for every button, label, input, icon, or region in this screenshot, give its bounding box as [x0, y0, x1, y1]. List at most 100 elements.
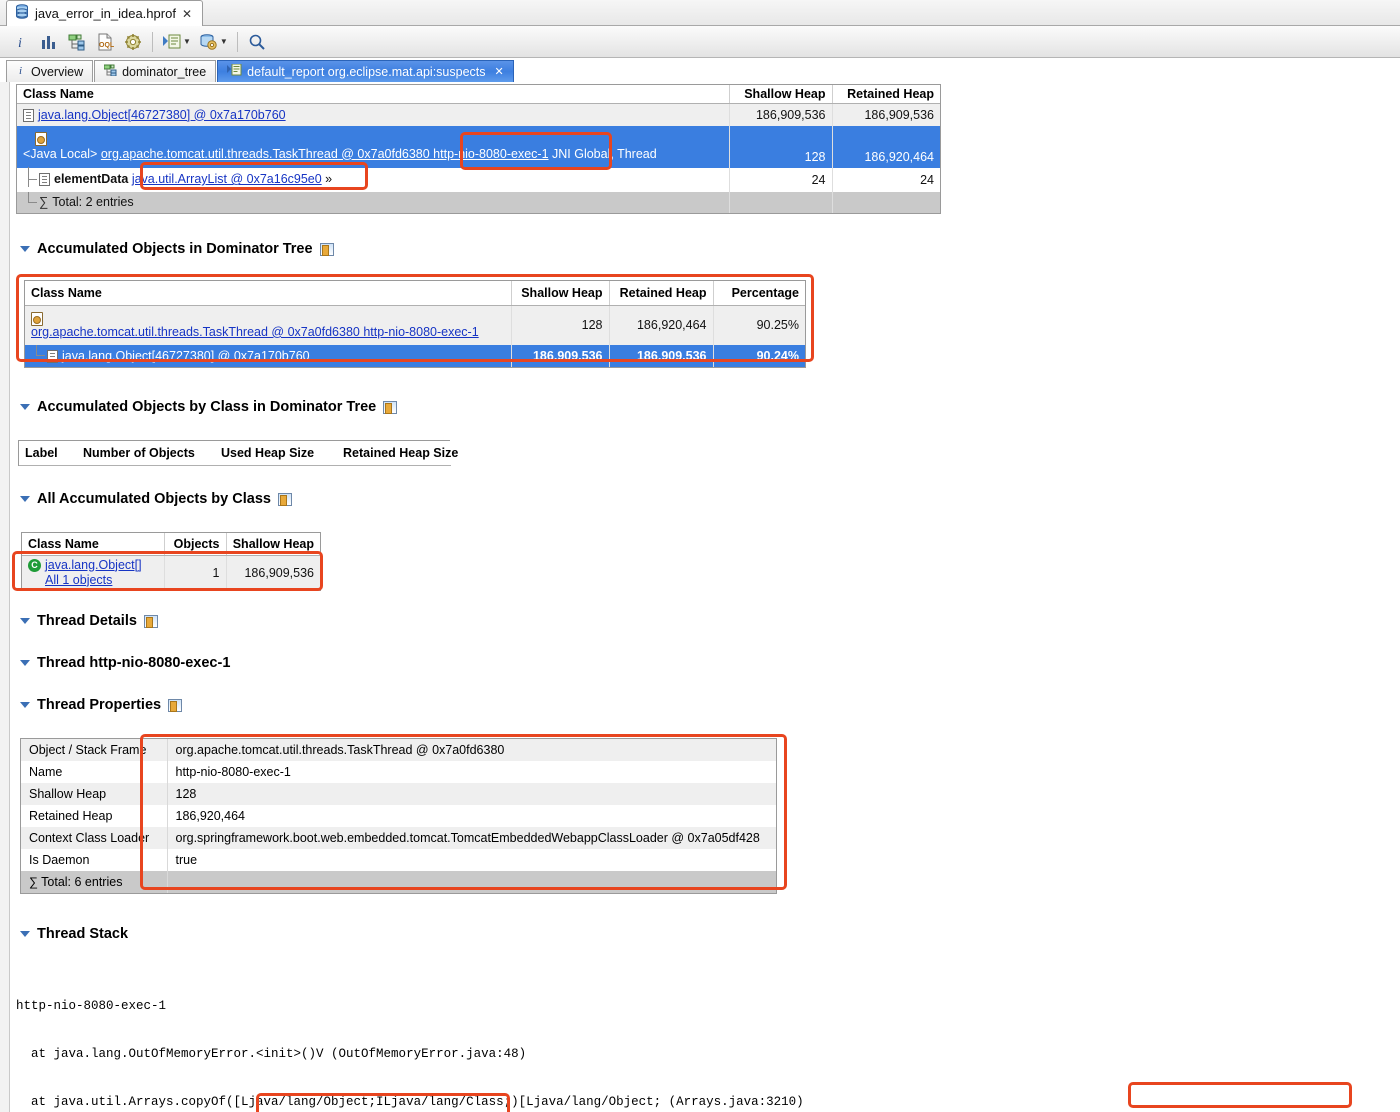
chevron-down-icon[interactable] — [20, 931, 30, 937]
row-class-name-cell[interactable]: Cjava.lang.Object[] All 1 objects — [22, 555, 164, 590]
table-row-selected[interactable]: java.lang.Object[46727380] @ 0x7a170b760… — [25, 345, 805, 367]
close-icon[interactable]: ✕ — [182, 8, 192, 20]
chevron-down-icon[interactable] — [20, 246, 30, 252]
overview-info-icon[interactable]: i — [8, 29, 34, 55]
section-title: Thread http-nio-8080-exec-1 — [37, 655, 230, 671]
close-icon[interactable]: ✕ — [495, 65, 504, 78]
column-objects[interactable]: Objects — [164, 533, 226, 555]
property-total-row: ∑ Total: 6 entries — [21, 871, 776, 893]
object-link[interactable]: java.lang.Object[46727380] @ 0x7a170b760 — [38, 108, 286, 122]
property-row[interactable]: Object / Stack Frame org.apache.tomcat.u… — [21, 739, 776, 761]
column-shallow-heap[interactable]: Shallow Heap — [226, 533, 320, 555]
tab-overview[interactable]: i Overview — [6, 60, 93, 82]
object-link[interactable]: java.lang.Object[46727380] @ 0x7a170b760 — [62, 349, 310, 363]
section-thread-details[interactable]: Thread Details — [20, 613, 158, 629]
search-icon[interactable] — [244, 29, 270, 55]
report-body: Class Name Shallow Heap Retained Heap ja… — [0, 82, 1400, 1112]
table-row[interactable]: elementData java.util.ArrayList @ 0x7a16… — [17, 168, 940, 192]
tree-icon — [104, 64, 117, 79]
section-thread-properties[interactable]: Thread Properties — [20, 697, 182, 713]
column-retained-heap-size[interactable]: Retained Heap Size — [337, 441, 451, 465]
chevron-down-icon[interactable] — [20, 618, 30, 624]
run-report-dropdown-icon[interactable]: ▼ — [183, 37, 191, 46]
column-shallow-heap[interactable]: Shallow Heap — [511, 281, 609, 305]
total-retained-cell — [832, 192, 940, 213]
table-header-row: Class Name Shallow Heap Retained Heap Pe… — [25, 281, 805, 305]
table-row[interactable]: org.apache.tomcat.util.threads.TaskThrea… — [25, 305, 805, 345]
svg-text:OQL: OQL — [99, 42, 114, 49]
column-label[interactable]: Label — [19, 441, 77, 465]
chevron-down-icon[interactable] — [20, 496, 30, 502]
export-section-icon[interactable] — [168, 699, 182, 712]
export-section-icon[interactable] — [278, 493, 292, 506]
oql-icon[interactable]: OQL — [92, 29, 118, 55]
row-class-name-cell[interactable]: org.apache.tomcat.util.threads.TaskThrea… — [25, 305, 511, 345]
run-report-icon[interactable] — [159, 29, 185, 55]
editor-tab-title: java_error_in_idea.hprof — [35, 6, 176, 21]
table-total-row: ∑Total: 2 entries — [17, 192, 940, 213]
thread-properties-table: Object / Stack Frame org.apache.tomcat.u… — [20, 738, 777, 894]
toolbar-separator-2 — [237, 32, 238, 52]
property-row[interactable]: Retained Heap 186,920,464 — [21, 805, 776, 827]
thread-link[interactable]: org.apache.tomcat.util.threads.TaskThrea… — [31, 325, 479, 339]
chevron-down-icon[interactable] — [20, 702, 30, 708]
accumulated-by-class-table: Label Number of Objects Used Heap Size R… — [18, 440, 450, 466]
property-row[interactable]: Shallow Heap 128 — [21, 783, 776, 805]
all-objects-link[interactable]: All 1 objects — [45, 573, 112, 587]
section-thread-stack[interactable]: Thread Stack — [20, 926, 128, 942]
editor-tab-heap-dump[interactable]: java_error_in_idea.hprof ✕ — [6, 0, 203, 26]
chevron-down-icon[interactable] — [20, 660, 30, 666]
arraylist-link[interactable]: java.util.ArrayList @ 0x7a16c95e0 — [132, 172, 322, 186]
property-key: Context Class Loader — [21, 827, 167, 849]
column-shallow-heap[interactable]: Shallow Heap — [729, 85, 832, 104]
property-row[interactable]: Name http-nio-8080-exec-1 — [21, 761, 776, 783]
export-section-icon[interactable] — [144, 615, 158, 628]
property-row[interactable]: Context Class Loader org.springframework… — [21, 827, 776, 849]
column-retained-heap[interactable]: Retained Heap — [609, 281, 713, 305]
row-class-name-cell[interactable]: java.lang.Object[46727380] @ 0x7a170b760 — [17, 104, 729, 126]
report-left-rail — [0, 82, 10, 1112]
property-value: org.apache.tomcat.util.threads.TaskThrea… — [167, 739, 776, 761]
class-link[interactable]: java.lang.Object[] — [45, 558, 142, 572]
thread-icon — [35, 132, 47, 146]
column-percentage[interactable]: Percentage — [713, 281, 805, 305]
thread-name-highlight[interactable]: http-nio-8080-exec-1 — [430, 147, 549, 161]
section-accumulated-by-class-dominator-tree[interactable]: Accumulated Objects by Class in Dominato… — [20, 399, 397, 415]
array-icon — [47, 350, 58, 363]
export-section-icon[interactable] — [383, 401, 397, 414]
export-section-icon[interactable] — [320, 243, 334, 256]
property-value: org.springframework.boot.web.embedded.to… — [167, 827, 776, 849]
table-row[interactable]: java.lang.Object[46727380] @ 0x7a170b760… — [17, 104, 940, 126]
editor-tab-bar: java_error_in_idea.hprof ✕ — [0, 0, 1400, 26]
property-row[interactable]: Is Daemon true — [21, 849, 776, 871]
row-retained-cell: 186,920,464 — [609, 305, 713, 345]
section-thread-http-nio[interactable]: Thread http-nio-8080-exec-1 — [20, 655, 230, 671]
section-title: Thread Properties — [37, 697, 161, 713]
column-retained-heap[interactable]: Retained Heap — [832, 85, 940, 104]
section-title: Accumulated Objects in Dominator Tree — [37, 241, 313, 257]
section-accumulated-dominator-tree[interactable]: Accumulated Objects in Dominator Tree — [20, 241, 334, 257]
tab-overview-label: Overview — [31, 65, 83, 79]
tab-default-report[interactable]: default_report org.eclipse.mat.api:suspe… — [217, 60, 514, 82]
column-used-heap-size[interactable]: Used Heap Size — [215, 441, 337, 465]
histogram-icon[interactable] — [36, 29, 62, 55]
table-row-selected[interactable]: <Java Local> org.apache.tomcat.util.thre… — [17, 126, 940, 168]
open-heap-dump-dropdown-icon[interactable]: ▼ — [220, 37, 228, 46]
column-class-name[interactable]: Class Name — [25, 281, 511, 305]
row-class-name-cell[interactable]: elementData java.util.ArrayList @ 0x7a16… — [17, 168, 729, 192]
query-browser-icon[interactable] — [120, 29, 146, 55]
chevron-down-icon[interactable] — [20, 404, 30, 410]
section-all-accumulated-by-class[interactable]: All Accumulated Objects by Class — [20, 491, 292, 507]
row-class-name-cell[interactable]: java.lang.Object[46727380] @ 0x7a170b760 — [25, 345, 511, 367]
thread-link[interactable]: org.apache.tomcat.util.threads.TaskThrea… — [101, 147, 430, 161]
dominator-tree-icon[interactable] — [64, 29, 90, 55]
column-class-name[interactable]: Class Name — [17, 85, 729, 104]
property-value: true — [167, 849, 776, 871]
column-number-of-objects[interactable]: Number of Objects — [77, 441, 215, 465]
column-class-name[interactable]: Class Name — [22, 533, 164, 555]
table-row[interactable]: Cjava.lang.Object[] All 1 objects 1 186,… — [22, 555, 320, 590]
row-class-name-cell[interactable]: <Java Local> org.apache.tomcat.util.thre… — [17, 126, 729, 168]
open-heap-dump-icon[interactable] — [196, 29, 222, 55]
tab-dominator-tree[interactable]: dominator_tree — [94, 60, 216, 82]
all-accumulated-table: Class Name Objects Shallow Heap Cjava.la… — [21, 532, 321, 591]
